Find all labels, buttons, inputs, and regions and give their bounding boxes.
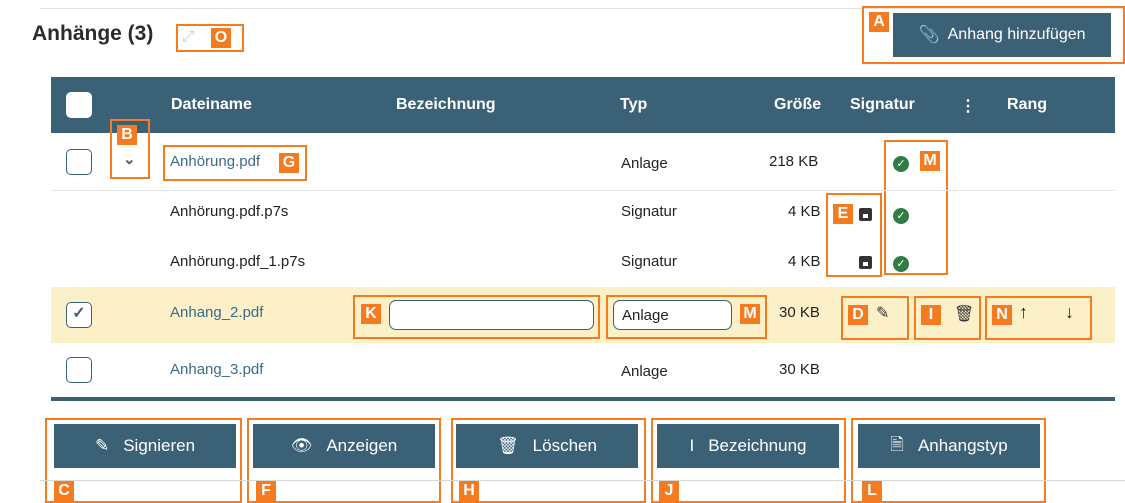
row-checkbox-checked[interactable]: ✓: [66, 302, 92, 328]
row-divider: [51, 190, 1115, 191]
column-menu-icon[interactable]: ⋮: [960, 96, 976, 116]
marker-B: B: [117, 125, 137, 145]
pencil-icon: ✎: [94, 436, 110, 455]
marker-J: J: [659, 481, 679, 501]
col-type: Typ: [620, 96, 648, 113]
marker-D: D: [848, 305, 868, 325]
row-checkbox[interactable]: [66, 357, 92, 383]
row-size: 4 KB: [788, 253, 821, 270]
row-type: Anlage: [621, 363, 668, 380]
designation-button[interactable]: I Bezeichnung: [657, 424, 839, 468]
check-circle-icon: ✓: [893, 208, 909, 224]
marker-C: C: [54, 481, 74, 501]
paperclip-icon: 📎: [918, 25, 940, 44]
text-cursor-icon: I: [689, 436, 695, 455]
marker-E: E: [833, 204, 853, 224]
edit-pencil-icon[interactable]: ✎: [876, 303, 889, 323]
eye-icon: 👁: [290, 436, 313, 455]
arrow-up-icon[interactable]: ↑: [1019, 302, 1028, 323]
delete-label: Löschen: [532, 436, 597, 455]
col-signature: Signatur: [850, 96, 915, 113]
marker-N: N: [992, 305, 1012, 325]
table-header: Dateiname Bezeichnung Typ Größe Signatur…: [51, 77, 1115, 133]
add-attachment-label: Anhang hinzufügen: [947, 26, 1086, 43]
type-select[interactable]: Anlage: [613, 300, 732, 330]
show-button[interactable]: 👁 Anzeigen: [253, 424, 435, 468]
col-designation: Bezeichnung: [396, 96, 496, 113]
row-type: Anlage: [621, 155, 668, 172]
trash-icon[interactable]: 🗑: [954, 304, 974, 324]
designation-label: Bezeichnung: [708, 436, 807, 455]
marker-O: O: [211, 28, 231, 48]
file-link[interactable]: Anhang_3.pdf: [170, 361, 263, 378]
row-size: 30 KB: [779, 304, 820, 321]
marker-F: F: [256, 481, 276, 501]
file-name: Anhörung.pdf_1.p7s: [170, 253, 306, 270]
row-size: 218 KB: [769, 153, 819, 170]
delete-button[interactable]: 🗑 Löschen: [456, 424, 638, 468]
col-size: Größe: [774, 96, 822, 113]
marker-M: M: [920, 151, 940, 171]
row-size: 4 KB: [788, 203, 821, 220]
file-link[interactable]: Anhörung.pdf: [170, 153, 260, 170]
row-type: Signatur: [621, 203, 677, 220]
marker-H: H: [459, 481, 479, 501]
file-link[interactable]: Anhang_2.pdf: [170, 304, 263, 321]
col-filename: Dateiname: [171, 96, 252, 113]
row-checkbox[interactable]: [66, 149, 92, 175]
marker-L: L: [862, 481, 882, 501]
sign-button[interactable]: ✎ Signieren: [54, 424, 236, 468]
row-type: Signatur: [621, 253, 677, 270]
check-circle-icon: ✓: [893, 156, 909, 172]
marker-M: M: [740, 304, 760, 324]
trash-icon: 🗑: [497, 436, 519, 455]
chevron-down-icon[interactable]: ⌄: [123, 150, 136, 168]
designation-input[interactable]: [389, 300, 594, 330]
col-rank: Rang: [1007, 96, 1047, 113]
attachment-type-label: Anhangstyp: [917, 436, 1008, 455]
file-name: Anhörung.pdf.p7s: [170, 203, 289, 220]
check-circle-icon: ✓: [893, 256, 909, 272]
save-icon[interactable]: [859, 256, 872, 269]
marker-A: A: [869, 12, 889, 32]
marker-K: K: [361, 304, 381, 324]
marker-I: I: [921, 305, 941, 325]
attachment-type-button[interactable]: 🗎 Anhangstyp: [858, 424, 1040, 468]
file-icon: 🗎: [890, 434, 904, 454]
table-bottom-border: [51, 397, 1115, 401]
select-all-checkbox[interactable]: [66, 92, 92, 118]
add-attachment-button[interactable]: 📎 Anhang hinzufügen: [893, 13, 1111, 57]
expand-icon[interactable]: ⤢: [182, 28, 194, 45]
type-select-value: Anlage: [622, 307, 669, 324]
row-size: 30 KB: [779, 361, 820, 378]
bottom-divider: [40, 480, 1125, 481]
save-icon[interactable]: [859, 208, 872, 221]
marker-G: G: [279, 153, 299, 173]
arrow-down-icon[interactable]: ↓: [1065, 302, 1074, 323]
show-label: Anzeigen: [326, 436, 398, 455]
page-title: Anhänge (3): [32, 22, 154, 45]
sign-label: Signieren: [123, 436, 196, 455]
